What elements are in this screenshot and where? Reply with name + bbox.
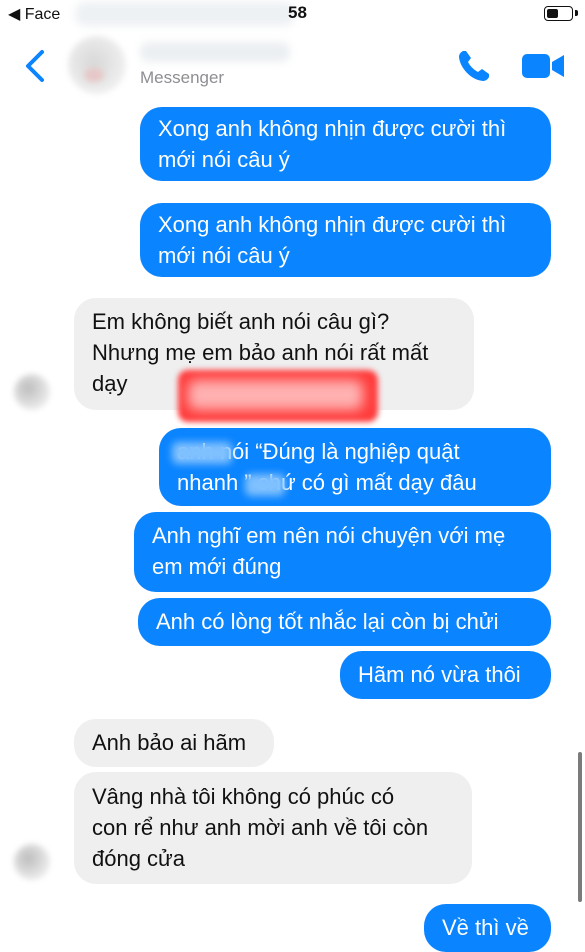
contact-name[interactable]	[140, 42, 290, 62]
avatar-detail	[84, 68, 104, 82]
phone-icon	[459, 51, 489, 81]
video-camera-icon	[522, 54, 564, 78]
sender-avatar[interactable]	[14, 374, 50, 410]
blurred-area	[75, 2, 295, 26]
message-bubble-outgoing[interactable]: Anh nghĩ em nên nói chuyện với mẹ em mới…	[134, 512, 551, 592]
header-subtitle: Messenger	[140, 68, 225, 87]
message-bubble-outgoing[interactable]: anh nói “Đúng là nghiệp quật nhanh ” chứ…	[159, 428, 551, 506]
carrier-label: ◀ Face	[8, 6, 61, 23]
message-bubble-incoming[interactable]: Anh bảo ai hãm	[74, 719, 274, 767]
contact-avatar[interactable]	[68, 36, 126, 94]
redaction-blur	[245, 474, 285, 496]
sender-avatar[interactable]	[14, 844, 50, 880]
message-bubble-outgoing[interactable]: Xong anh không nhịn được cười thì mới nó…	[140, 203, 551, 277]
message-bubble-outgoing[interactable]: Hãm nó vừa thôi	[340, 651, 551, 699]
video-call-button[interactable]	[520, 50, 566, 82]
redaction-blur	[188, 380, 363, 410]
chat-header: Messenger	[0, 28, 585, 104]
status-bar: ◀ Face 58	[0, 0, 585, 28]
back-button[interactable]	[18, 46, 54, 86]
redaction-blur	[172, 442, 232, 464]
message-bubble-outgoing[interactable]: Anh có lòng tốt nhắc lại còn bị chửi	[138, 598, 551, 646]
message-bubble-outgoing[interactable]: Về thì về	[424, 904, 551, 952]
message-bubble-incoming[interactable]: Vâng nhà tôi không có phúc có con rể như…	[74, 772, 472, 884]
call-button[interactable]	[454, 46, 494, 86]
battery-icon	[544, 6, 573, 21]
scrollbar[interactable]	[578, 752, 582, 902]
battery-tip	[575, 10, 578, 16]
message-bubble-outgoing[interactable]: Xong anh không nhịn được cười thì mới nó…	[140, 107, 551, 181]
status-time: 58	[288, 3, 307, 22]
back-chevron-icon	[26, 50, 44, 82]
